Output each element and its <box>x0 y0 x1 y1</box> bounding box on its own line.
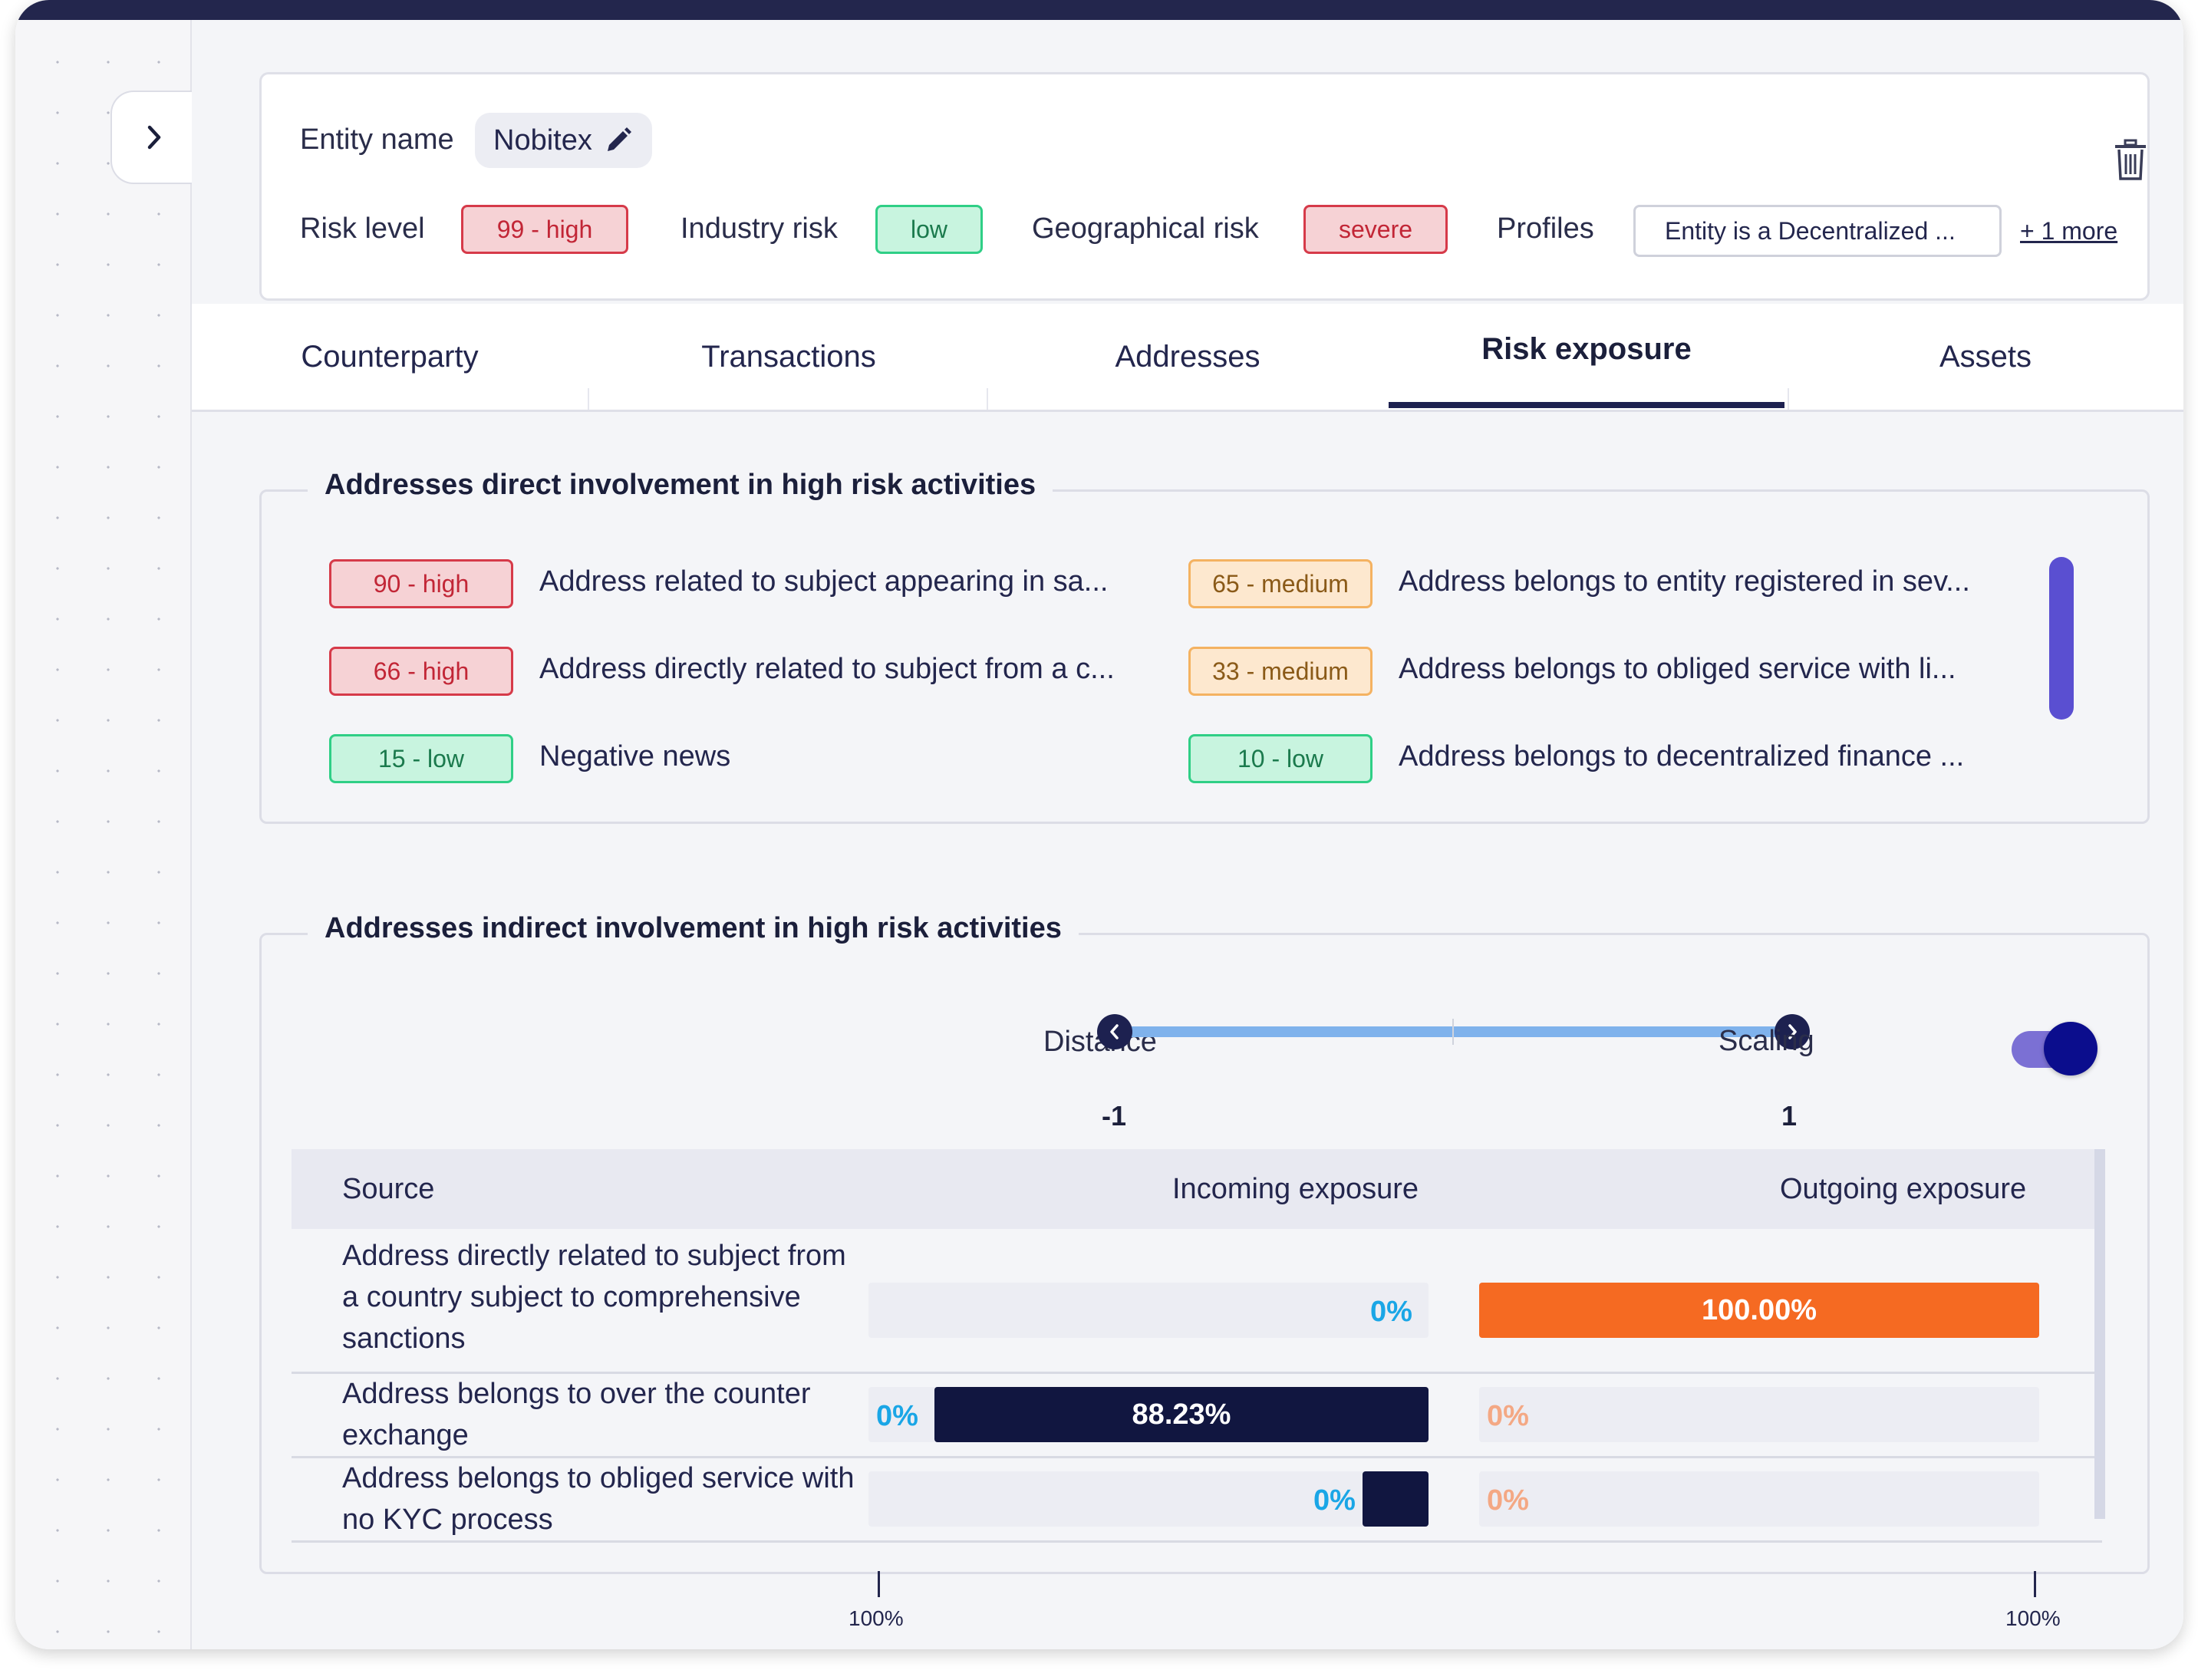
direct-involvement-section: Addresses direct involvement in high ris… <box>259 469 2150 824</box>
industry-risk-label: Industry risk <box>680 212 838 245</box>
entity-header-card: Entity name Nobitex Risk level 99 - high… <box>259 72 2150 301</box>
outgoing-axis-tick <box>2034 1571 2036 1597</box>
pencil-icon[interactable] <box>603 125 634 156</box>
direct-involvement-title: Addresses direct involvement in high ris… <box>308 469 1053 502</box>
outgoing-bar: 100.00% <box>1479 1283 2039 1338</box>
tab-separator <box>987 388 988 410</box>
incoming-zero-value: 0% <box>876 1400 918 1432</box>
row-divider <box>292 1540 2102 1543</box>
activity-score-badge: 10 - low <box>1188 734 1373 783</box>
activity-score-badge: 90 - high <box>329 559 513 608</box>
distance-slider-track[interactable] <box>1112 1026 1788 1037</box>
incoming-axis-label: 100% <box>849 1606 904 1630</box>
risk-level-label: Risk level <box>300 212 425 245</box>
chevron-right-icon <box>147 125 161 150</box>
main-content: Entity name Nobitex Risk level 99 - high… <box>192 20 2183 1649</box>
distance-min-value: -1 <box>1102 1100 1127 1132</box>
top-bar <box>15 0 2183 20</box>
entity-name-value: Nobitex <box>493 124 592 156</box>
incoming-value: 0% <box>1313 1484 1356 1517</box>
exposure-table: Source Incoming exposure Outgoing exposu… <box>292 1149 2105 1543</box>
outgoing-bar-track <box>1479 1387 2039 1442</box>
scaling-toggle-knob[interactable] <box>2044 1022 2097 1076</box>
outgoing-value: 0% <box>1487 1484 1529 1517</box>
outgoing-axis-label: 100% <box>2005 1606 2061 1630</box>
direct-list-scrollbar[interactable] <box>2049 557 2074 720</box>
profiles-label: Profiles <box>1497 212 1594 245</box>
indirect-involvement-title: Addresses indirect involvement in high r… <box>308 912 1079 945</box>
table-header: Source Incoming exposure Outgoing exposu… <box>292 1149 2102 1229</box>
column-incoming-exposure: Incoming exposure <box>1172 1172 1419 1205</box>
active-tab-indicator <box>1389 402 1784 408</box>
entity-name-label: Entity name <box>300 124 454 156</box>
activity-text[interactable]: Address belongs to decentralized finance… <box>1399 740 1964 773</box>
table-scrollbar[interactable] <box>2094 1149 2105 1519</box>
activity-text[interactable]: Negative news <box>539 740 730 773</box>
incoming-axis-tick <box>878 1571 880 1597</box>
risk-level-badge: 99 - high <box>461 205 628 254</box>
table-row-source: Address belongs to over the counter exch… <box>342 1378 811 1451</box>
chevron-left-icon <box>1110 1024 1119 1039</box>
app-window: Entity name Nobitex Risk level 99 - high… <box>15 0 2183 1649</box>
distance-max-value: 1 <box>1781 1100 1798 1132</box>
activity-score-badge: 65 - medium <box>1188 559 1373 608</box>
activity-text[interactable]: Address belongs to entity registered in … <box>1399 565 1970 598</box>
entity-name-chip[interactable]: Nobitex <box>475 113 652 168</box>
expand-sidebar-button[interactable] <box>110 91 196 184</box>
tab-bar: Counterparty Transactions Addresses Risk… <box>192 304 2183 412</box>
incoming-bar <box>1363 1471 1429 1527</box>
industry-risk-badge: low <box>875 205 983 254</box>
profiles-more-link[interactable]: + 1 more <box>2020 217 2117 245</box>
tab-assets[interactable]: Assets <box>1788 304 2183 410</box>
activity-score-badge: 33 - medium <box>1188 647 1373 696</box>
table-row-source: Address belongs to obliged service with … <box>342 1462 855 1536</box>
tab-addresses[interactable]: Addresses <box>990 304 1386 410</box>
column-outgoing-exposure: Outgoing exposure <box>1780 1172 2027 1205</box>
tab-risk-exposure[interactable]: Risk exposure <box>1389 304 1784 410</box>
outgoing-value: 0% <box>1487 1400 1529 1432</box>
scaling-label: Scaling <box>1719 1025 1814 1057</box>
activity-text[interactable]: Address belongs to obliged service with … <box>1399 653 1956 686</box>
trash-icon[interactable] <box>2112 139 2149 182</box>
column-source: Source <box>342 1172 435 1205</box>
activity-score-badge: 15 - low <box>329 734 513 783</box>
geographical-risk-badge: severe <box>1303 205 1448 254</box>
activity-text[interactable]: Address directly related to subject from… <box>539 653 1115 686</box>
activity-text[interactable]: Address related to subject appearing in … <box>539 565 1108 598</box>
profiles-field[interactable]: Entity is a Decentralized ... <box>1633 205 2002 257</box>
incoming-bar-track <box>868 1283 1429 1338</box>
table-row-source: Address directly related to subject from… <box>342 1240 846 1355</box>
incoming-bar: 88.23% <box>934 1387 1429 1442</box>
outgoing-bar-track <box>1479 1471 2039 1527</box>
distance-slider-midpoint <box>1452 1019 1454 1045</box>
tab-counterparty[interactable]: Counterparty <box>192 304 588 410</box>
incoming-value: 0% <box>1370 1296 1412 1328</box>
distance-min-handle[interactable] <box>1097 1014 1132 1049</box>
left-rail <box>15 20 196 1649</box>
tab-transactions[interactable]: Transactions <box>591 304 987 410</box>
tab-separator <box>588 388 589 410</box>
geographical-risk-label: Geographical risk <box>1032 212 1259 245</box>
activity-score-badge: 66 - high <box>329 647 513 696</box>
